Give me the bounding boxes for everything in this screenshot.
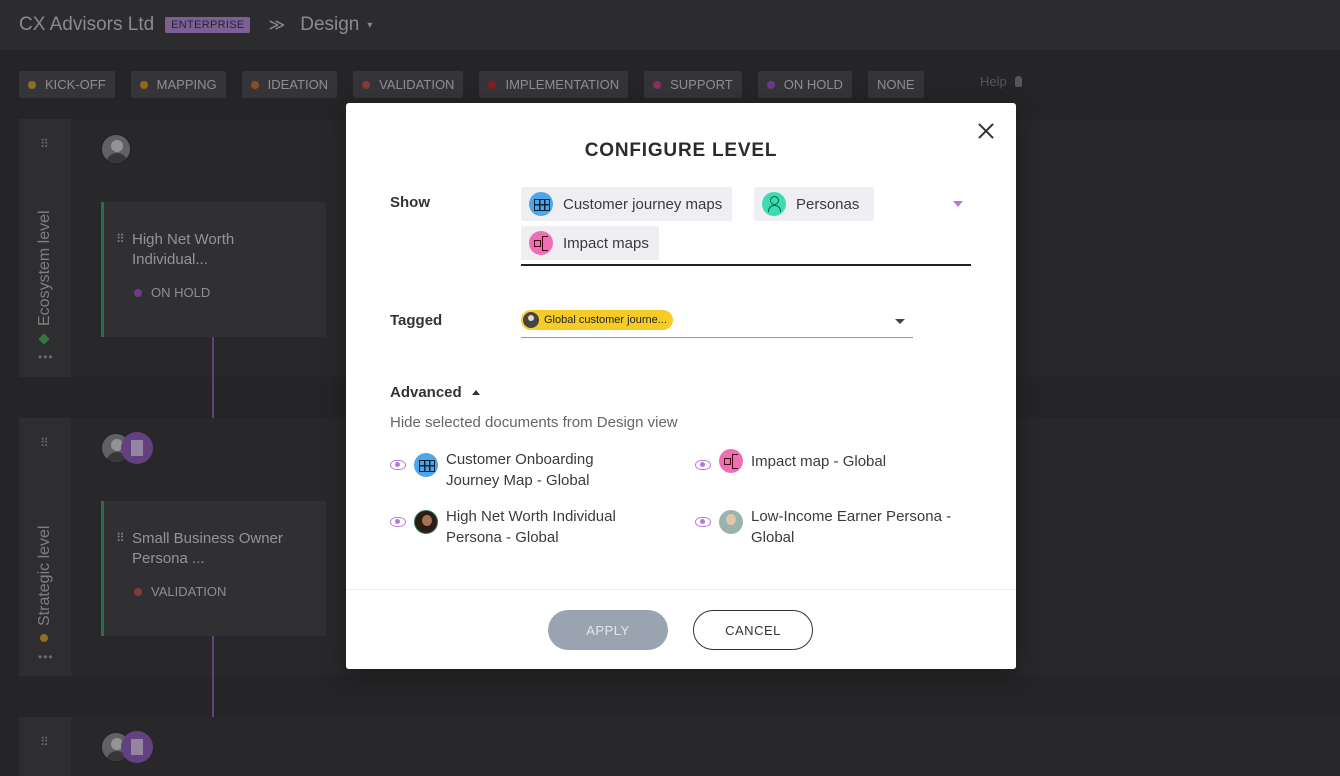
eye-icon[interactable] bbox=[390, 517, 406, 527]
chevron-down-icon[interactable] bbox=[895, 319, 905, 324]
document-item: Customer Onboarding Journey Map - Global bbox=[390, 449, 594, 491]
cancel-button[interactable]: CANCEL bbox=[693, 610, 813, 650]
impact-map-icon bbox=[529, 231, 553, 255]
tag-label: Global customer journe... bbox=[544, 314, 667, 326]
show-tag-journey-maps[interactable]: Customer journey maps bbox=[521, 187, 733, 221]
document-title: Customer Onboarding Journey Map - Global bbox=[446, 451, 594, 489]
tagged-select[interactable]: Global customer journe... bbox=[521, 307, 913, 338]
tagged-label: Tagged bbox=[390, 312, 443, 329]
document-title: Low-Income Earner Persona - Global bbox=[751, 508, 952, 546]
eye-icon[interactable] bbox=[695, 517, 711, 527]
persona-avatar bbox=[414, 510, 438, 534]
tag-label: Impact maps bbox=[563, 234, 649, 252]
show-label: Show bbox=[390, 194, 430, 211]
document-item: High Net Worth Individual Persona - Globa… bbox=[390, 506, 616, 548]
apply-button[interactable]: APPLY bbox=[548, 610, 668, 650]
close-icon[interactable] bbox=[978, 123, 994, 139]
tag-chip[interactable]: Global customer journe... bbox=[521, 310, 673, 330]
document-item: Impact map - Global bbox=[695, 449, 886, 473]
person-icon bbox=[762, 192, 786, 216]
tag-label: Personas bbox=[796, 195, 860, 213]
impact-map-icon bbox=[719, 449, 743, 473]
advanced-toggle[interactable]: Advanced bbox=[390, 384, 480, 401]
dialog-footer: APPLY CANCEL bbox=[346, 589, 1016, 669]
grid-icon bbox=[529, 192, 553, 216]
show-tag-personas[interactable]: Personas bbox=[754, 187, 874, 221]
show-multiselect[interactable]: Customer journey maps Personas Impact ma… bbox=[521, 186, 971, 266]
show-tag-impact-maps[interactable]: Impact maps bbox=[521, 226, 659, 260]
tag-label: Customer journey maps bbox=[563, 195, 723, 213]
chevron-down-icon[interactable] bbox=[953, 201, 963, 207]
grid-icon bbox=[414, 453, 438, 477]
document-item: Low-Income Earner Persona - Global bbox=[695, 506, 951, 548]
chevron-up-icon bbox=[471, 390, 480, 395]
persona-avatar bbox=[719, 510, 743, 534]
avatar bbox=[523, 312, 539, 328]
configure-level-dialog: CONFIGURE LEVEL Show Customer journey ma… bbox=[346, 103, 1016, 669]
dialog-title: CONFIGURE LEVEL bbox=[584, 140, 778, 161]
document-title: High Net Worth Individual Persona - Globa… bbox=[446, 508, 616, 546]
eye-icon[interactable] bbox=[695, 460, 711, 470]
document-title: Impact map - Global bbox=[751, 453, 887, 470]
eye-icon[interactable] bbox=[390, 460, 406, 470]
advanced-label: Advanced bbox=[390, 384, 462, 401]
hint-text: Hide selected documents from Design view bbox=[390, 414, 678, 431]
